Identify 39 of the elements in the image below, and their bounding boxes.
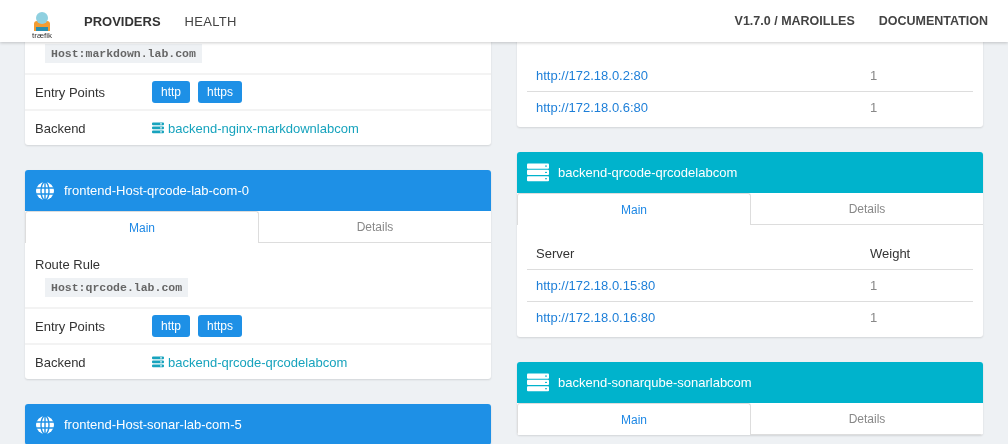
server-icon — [527, 373, 549, 392]
weight-cell: 1 — [870, 68, 878, 83]
field-label: Backend — [35, 354, 87, 370]
server-link[interactable]: http://172.18.0.16:80 — [536, 310, 656, 325]
nav-link[interactable]: PROVIDERS — [84, 13, 161, 29]
logo-text: træfik — [32, 31, 52, 42]
backend-link[interactable]: backend-qrcode-qrcodelabcom — [152, 354, 348, 370]
entry-point-tag: https — [198, 315, 243, 337]
version-link[interactable]: V1.7.0 / MAROILLES — [734, 14, 855, 28]
column-header: Server — [536, 245, 576, 261]
server-link[interactable]: http://172.18.0.2:80 — [536, 68, 649, 83]
server-icon — [152, 356, 164, 368]
documentation-link[interactable]: DOCUMENTATION — [878, 14, 988, 28]
server-link[interactable]: http://172.18.0.15:80 — [536, 278, 656, 293]
backend-link[interactable]: backend-nginx-markdownlabcom — [152, 120, 359, 136]
nav-link[interactable]: HEALTH — [184, 13, 237, 29]
entry-point-tag: http — [152, 81, 190, 103]
entry-point-tag: https — [198, 81, 243, 103]
server-icon — [152, 122, 164, 134]
card-title: backend-sonarqube-sonarlabcom — [558, 375, 752, 390]
globe-icon — [35, 180, 55, 201]
weight-cell: 1 — [870, 278, 878, 293]
tab[interactable]: Main — [517, 193, 751, 225]
card-title: frontend-Host-sonar-lab-com-5 — [64, 417, 242, 432]
globe-icon — [35, 414, 55, 435]
card-title: frontend-Host-qrcode-lab-com-0 — [64, 183, 249, 198]
tab[interactable]: Main — [517, 403, 751, 435]
field-label: Backend — [35, 120, 87, 136]
column-header: Weight — [870, 245, 911, 261]
field-label: Entry Points — [35, 318, 107, 334]
weight-cell: 1 — [870, 310, 878, 325]
field-label: Entry Points — [35, 84, 107, 100]
server-icon — [527, 163, 549, 182]
weight-cell: 1 — [870, 100, 878, 115]
card-title: backend-qrcode-qrcodelabcom — [558, 165, 738, 180]
server-link[interactable]: http://172.18.0.6:80 — [536, 100, 649, 115]
tab[interactable]: Main — [25, 211, 259, 243]
field-label: Route Rule — [35, 257, 102, 272]
entry-point-tag: http — [152, 315, 190, 337]
